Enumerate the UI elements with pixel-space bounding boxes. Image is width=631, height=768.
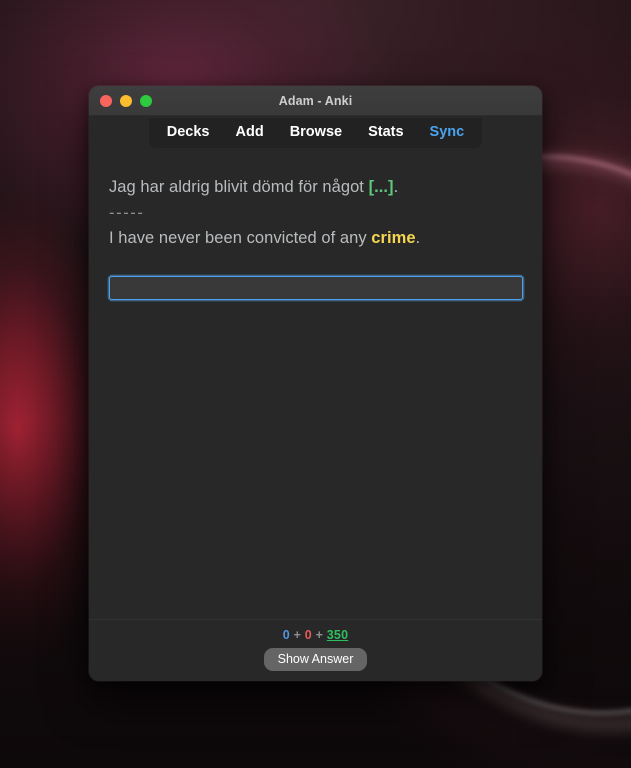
navbar-container: Decks Add Browse Stats Sync <box>89 116 542 148</box>
nav-item-sync[interactable]: Sync <box>430 123 465 141</box>
count-new-cards[interactable]: 0 <box>283 628 290 642</box>
nav-item-stats[interactable]: Stats <box>368 123 403 141</box>
count-separator-1: + <box>289 628 305 642</box>
answer-prefix-text: I have never been convicted of any <box>109 229 372 248</box>
main-navigation: Decks Add Browse Stats Sync <box>148 118 483 148</box>
count-separator-2: + <box>311 628 327 642</box>
card-question-line: Jag har aldrig blivit dömd för något [..… <box>109 175 522 201</box>
minimize-window-button[interactable] <box>120 94 132 107</box>
count-due-cards[interactable]: 350 <box>327 628 348 642</box>
nav-item-decks[interactable]: Decks <box>167 123 210 141</box>
question-prefix-text: Jag har aldrig blivit dömd för något <box>109 178 369 196</box>
show-answer-button[interactable]: Show Answer <box>263 648 368 671</box>
card-counts: 0 + 0 + 350 <box>89 627 542 643</box>
cloze-placeholder: [...] <box>368 178 394 196</box>
answer-highlight-word: crime <box>371 229 416 248</box>
question-suffix-text: . <box>393 178 399 196</box>
answer-suffix-text: . <box>415 229 421 248</box>
card-answer-line: I have never been convicted of any crime… <box>109 226 522 252</box>
close-window-button[interactable] <box>100 94 112 107</box>
maximize-window-button[interactable] <box>140 94 152 107</box>
anki-main-window: Adam - Anki Decks Add Browse Stats Sync … <box>89 86 542 681</box>
count-learning-cards[interactable]: 0 <box>305 628 312 642</box>
card-content-area: Jag har aldrig blivit dömd för något [..… <box>89 148 542 619</box>
type-answer-input[interactable] <box>109 275 523 300</box>
nav-item-add[interactable]: Add <box>236 123 264 141</box>
bottom-status-bar: 0 + 0 + 350 Show Answer <box>89 619 542 681</box>
window-titlebar[interactable]: Adam - Anki <box>89 86 542 116</box>
window-title: Adam - Anki <box>278 93 353 108</box>
nav-item-browse[interactable]: Browse <box>290 123 342 141</box>
traffic-light-group <box>100 94 152 107</box>
card-separator-dashes: ----- <box>109 203 145 222</box>
